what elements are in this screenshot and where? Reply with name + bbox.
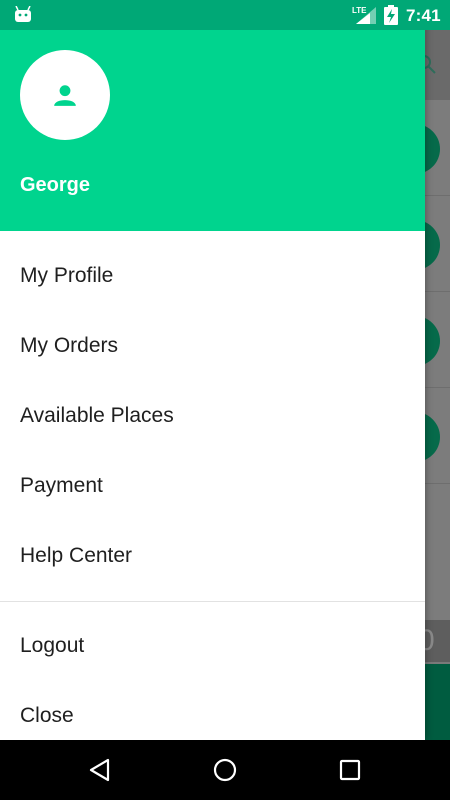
menu-item-my-profile[interactable]: My Profile: [0, 241, 425, 311]
user-name: George: [20, 174, 91, 196]
avatar[interactable]: [20, 50, 110, 140]
status-clock: 7:41: [406, 6, 441, 25]
menu-divider: [0, 601, 425, 602]
recents-icon[interactable]: [336, 756, 364, 784]
menu-item-help-center[interactable]: Help Center: [0, 521, 425, 591]
battery-charging-icon: [384, 5, 398, 25]
menu-item-my-orders[interactable]: My Orders: [0, 311, 425, 381]
status-bar: LTE 7:41: [0, 0, 450, 30]
menu-item-payment[interactable]: Payment: [0, 451, 425, 521]
drawer-header: George: [0, 0, 425, 231]
menu-item-logout[interactable]: Logout: [0, 611, 425, 681]
lte-signal-icon: LTE: [352, 6, 376, 24]
drawer-menu: My Profile My Orders Available Places Pa…: [0, 241, 425, 591]
system-nav-bar: [0, 740, 450, 800]
person-icon: [54, 85, 76, 106]
menu-item-available-places[interactable]: Available Places: [0, 381, 425, 451]
back-icon[interactable]: [86, 756, 114, 784]
home-icon[interactable]: [211, 756, 239, 784]
navigation-drawer: George My Profile My Orders Available Pl…: [0, 0, 425, 740]
android-icon: [15, 6, 31, 22]
network-label: LTE: [352, 6, 367, 15]
drawer-secondary-menu: Logout Close: [0, 611, 425, 751]
